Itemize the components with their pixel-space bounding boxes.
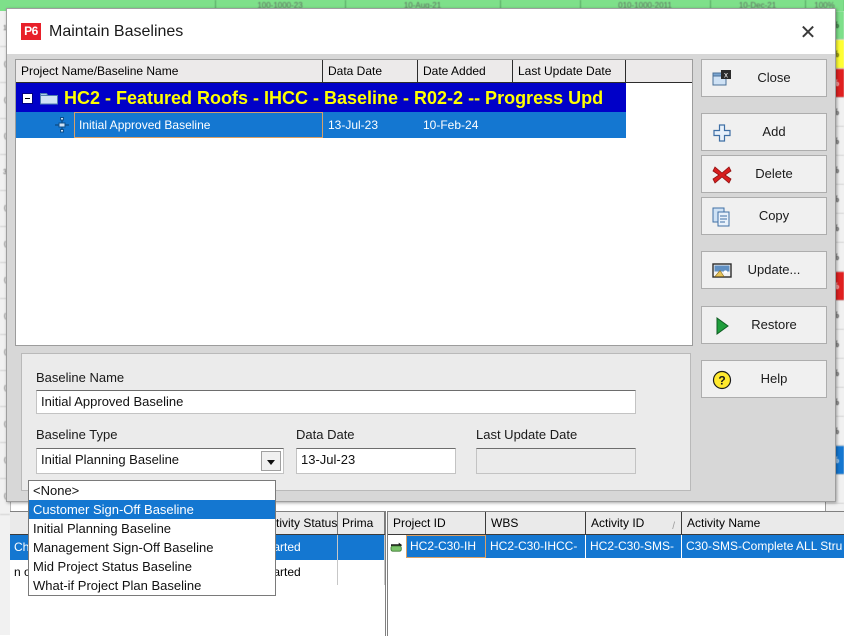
- table-cell: [338, 535, 385, 560]
- dialog-title: Maintain Baselines: [49, 23, 184, 40]
- baseline-name-label: Baseline Name: [36, 370, 125, 385]
- button-label: Add: [762, 124, 786, 139]
- dropdown-option[interactable]: Mid Project Status Baseline: [29, 557, 275, 576]
- column-header[interactable]: WBS: [486, 512, 586, 534]
- baseline-type-dropdown-list[interactable]: <None> Customer Sign-Off Baseline Initial …: [28, 480, 276, 596]
- restore-button[interactable]: Restore: [701, 306, 827, 344]
- baseline-name-input[interactable]: Initial Approved Baseline: [36, 390, 636, 414]
- column-header[interactable]: Project Name/Baseline Name: [16, 60, 323, 82]
- background-bottom-right-table[interactable]: Project ID WBS Activity ID / Activity Name H…: [387, 511, 844, 636]
- column-header[interactable]: Date Added: [418, 60, 513, 82]
- baseline-type-label: Baseline Type: [36, 427, 118, 442]
- table-cell[interactable]: C30-SMS-Complete ALL Stru: [682, 535, 844, 558]
- table-cell[interactable]: HC2-C30-IH: [406, 535, 486, 558]
- button-label: Restore: [751, 317, 797, 332]
- last-update-date-input: [476, 448, 636, 474]
- dialog-title-bar: P6 Maintain Baselines ✕: [7, 9, 835, 54]
- delete-button[interactable]: Delete: [701, 155, 827, 193]
- project-name-label: HC2 - Featured Roofs - IHCC - Baseline -…: [64, 88, 604, 108]
- button-label: Update...: [747, 262, 801, 277]
- dropdown-option[interactable]: <None>: [29, 481, 275, 500]
- update-button[interactable]: Update...: [701, 251, 827, 289]
- table-cell[interactable]: [513, 112, 626, 138]
- column-header[interactable]: [626, 60, 692, 82]
- grid-baseline-row[interactable]: Initial Approved Baseline 13-Jul-23 10-Feb…: [16, 112, 626, 138]
- data-date-label: Data Date: [296, 427, 355, 442]
- baselines-grid-header: Project Name/Baseline Name Data Date Date …: [16, 60, 692, 83]
- dropdown-option[interactable]: Initial Planning Baseline: [29, 519, 275, 538]
- dropdown-option[interactable]: Customer Sign-Off Baseline: [29, 500, 275, 519]
- column-header[interactable]: Activity ID /: [586, 512, 682, 534]
- data-date-input[interactable]: 13-Jul-23: [296, 448, 456, 474]
- baseline-details-form: Baseline Name Initial Approved Baseline …: [21, 353, 691, 491]
- table-cell[interactable]: HC2-C30-IHCC-: [486, 535, 586, 558]
- column-header[interactable]: Prima: [338, 512, 385, 534]
- maintain-baselines-dialog: P6 Maintain Baselines ✕ Project Name/Bas…: [6, 8, 836, 502]
- column-header[interactable]: Last Update Date: [513, 60, 626, 82]
- table-cell: [338, 560, 385, 585]
- column-header[interactable]: Activity Name: [682, 512, 844, 534]
- last-update-date-label: Last Update Date: [476, 427, 578, 442]
- p6-logo-icon: P6: [21, 23, 41, 40]
- baseline-type-select[interactable]: Initial Planning Baseline: [36, 448, 284, 474]
- baseline-type-value: Initial Planning Baseline: [41, 452, 180, 467]
- button-label: Help: [760, 371, 788, 386]
- background-percent-cell: [826, 504, 844, 511]
- column-header[interactable]: Data Date: [323, 60, 418, 82]
- button-label: Delete: [755, 166, 793, 181]
- table-cell[interactable]: 10-Feb-24: [418, 112, 513, 138]
- dropdown-option[interactable]: Management Sign-Off Baseline: [29, 538, 275, 557]
- table-cell[interactable]: Initial Approved Baseline: [74, 112, 323, 138]
- column-header[interactable]: Project ID: [388, 512, 486, 534]
- baseline-marker-icon: [55, 117, 69, 133]
- button-label: Copy: [758, 208, 790, 223]
- dropdown-option[interactable]: What-if Project Plan Baseline: [29, 576, 275, 595]
- background-bottom-right-table-header: Project ID WBS Activity ID / Activity Name: [388, 512, 844, 535]
- table-row[interactable]: HC2-C30-IH HC2-C30-IHCC- HC2-C30-SMS- C30-S…: [388, 535, 844, 558]
- dialog-button-panel: x Close Add Delete Copy Update... Restore ? Help: [701, 59, 827, 493]
- wbs-folder-icon: [390, 542, 403, 552]
- button-label: Close: [757, 70, 791, 85]
- chevron-down-icon[interactable]: [261, 451, 281, 471]
- close-icon[interactable]: ✕: [795, 21, 821, 45]
- grid-project-row[interactable]: HC2 - Featured Roofs - IHCC - Baseline -…: [16, 83, 626, 112]
- add-button[interactable]: Add: [701, 113, 827, 151]
- copy-button[interactable]: Copy: [701, 197, 827, 235]
- project-folder-icon: [40, 93, 58, 105]
- table-cell[interactable]: 13-Jul-23: [323, 112, 418, 138]
- table-cell[interactable]: HC2-C30-SMS-: [586, 535, 682, 558]
- close-button[interactable]: x Close: [701, 59, 827, 97]
- baselines-grid[interactable]: Project Name/Baseline Name Data Date Date …: [15, 59, 693, 346]
- help-button[interactable]: ? Help: [701, 360, 827, 398]
- collapse-expander-icon[interactable]: [22, 93, 33, 104]
- sort-indicator-icon: /: [672, 521, 675, 532]
